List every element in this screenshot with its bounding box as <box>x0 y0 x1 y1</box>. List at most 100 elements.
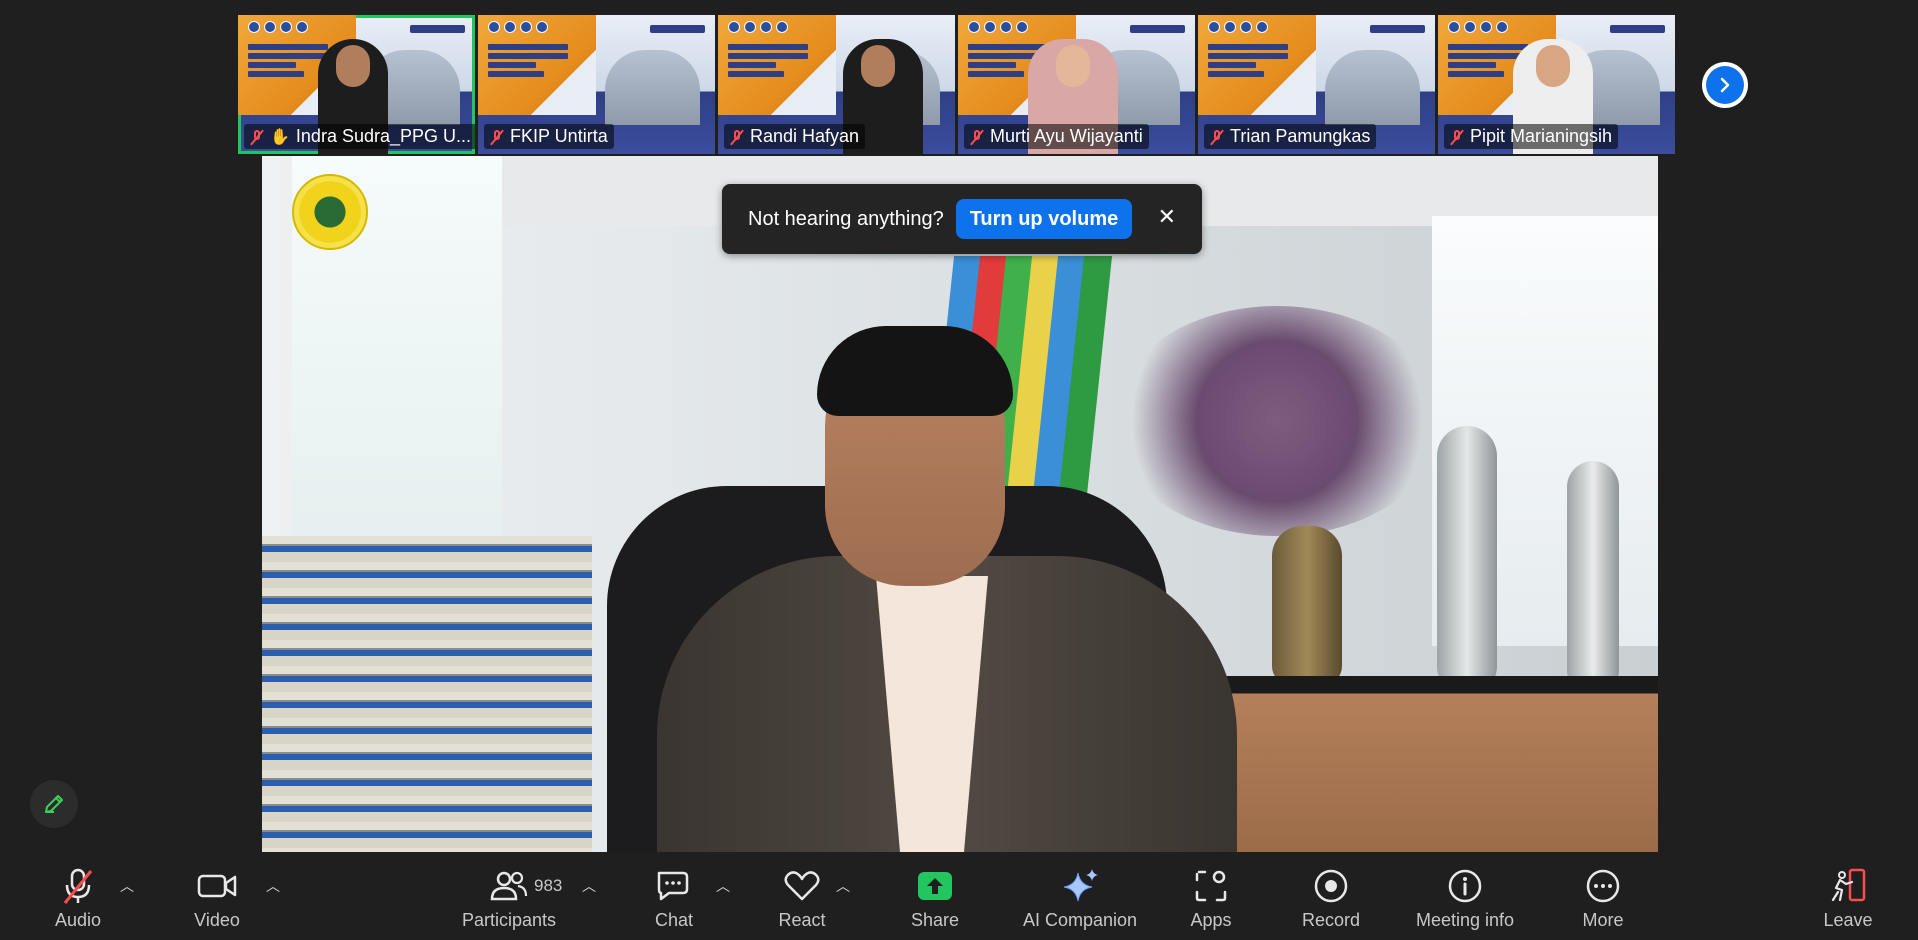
slide-tag <box>1130 25 1185 33</box>
flower-arrangement <box>1112 306 1442 536</box>
audio-label: Audio <box>54 910 102 930</box>
participant-nameplate: ✋ Indra Sudra_PPG U... <box>244 124 475 149</box>
apps-button[interactable]: Apps <box>1188 856 1234 940</box>
leave-button[interactable]: Leave <box>1822 856 1874 940</box>
chat-options-caret[interactable]: ︿ <box>716 876 730 896</box>
chat-button[interactable]: Chat <box>650 856 698 940</box>
vase <box>1567 461 1619 696</box>
participant-name: FKIP Untirta <box>510 126 608 146</box>
video-button[interactable]: Video <box>187 856 247 940</box>
info-icon <box>1447 867 1483 905</box>
participant-nameplate: Trian Pamungkas <box>1204 124 1377 149</box>
more-label: More <box>1582 910 1624 930</box>
meeting-info-button[interactable]: Meeting info <box>1410 856 1520 940</box>
camera-icon <box>197 867 237 905</box>
close-icon[interactable]: ✕ <box>1158 206 1176 228</box>
participant-name: Murti Ayu Wijayanti <box>990 126 1143 146</box>
slide-logos <box>1208 21 1268 33</box>
vase <box>1272 526 1342 686</box>
next-page-button[interactable] <box>1702 62 1748 108</box>
record-icon <box>1313 867 1349 905</box>
participant-nameplate: FKIP Untirta <box>484 124 614 149</box>
slide-tag <box>1370 25 1425 33</box>
ai-companion-label: AI Companion <box>1022 910 1138 930</box>
participant-nameplate: Randi Hafyan <box>724 124 866 149</box>
university-logo <box>292 174 368 250</box>
participant-tile[interactable]: Trian Pamungkas <box>1198 15 1435 154</box>
slide-logos <box>968 21 1028 33</box>
react-label: React <box>778 910 826 930</box>
audio-button[interactable]: Audio <box>48 856 108 940</box>
speaker-hair <box>817 326 1013 416</box>
slide-building <box>605 50 700 125</box>
apps-label: Apps <box>1190 910 1232 930</box>
video-label: Video <box>194 910 240 930</box>
participant-tile[interactable]: Pipit Marianingsih <box>1438 15 1675 154</box>
participants-options-caret[interactable]: ︿ <box>582 876 596 896</box>
slide-title <box>728 41 808 80</box>
mic-muted-icon <box>490 129 504 145</box>
slide-title <box>1208 41 1288 80</box>
ai-companion-button[interactable]: AI Companion <box>1020 856 1140 940</box>
video-options-caret[interactable]: ︿ <box>266 876 280 896</box>
slide-title <box>248 41 328 80</box>
heart-icon <box>783 867 821 905</box>
pencil-icon <box>45 795 63 813</box>
slide-logos <box>248 21 308 33</box>
slide-tag <box>1610 25 1665 33</box>
participants-count: 983 <box>534 876 563 895</box>
leave-label: Leave <box>1823 910 1873 930</box>
slide-building <box>1325 50 1420 125</box>
record-button[interactable]: Record <box>1300 856 1362 940</box>
participant-name: Randi Hafyan <box>750 126 860 146</box>
share-label: Share <box>910 910 960 930</box>
mic-muted-icon <box>250 129 264 145</box>
slide-logos <box>1448 21 1508 33</box>
participant-tile[interactable]: Randi Hafyan <box>718 15 955 154</box>
participant-tile[interactable]: Murti Ayu Wijayanti <box>958 15 1195 154</box>
toast-message: Not hearing anything? <box>748 207 944 230</box>
annotate-button[interactable] <box>30 780 78 828</box>
more-icon <box>1585 867 1621 905</box>
react-options-caret[interactable]: ︿ <box>836 876 850 896</box>
record-label: Record <box>1301 910 1361 930</box>
people-icon <box>490 867 528 905</box>
mic-muted-icon <box>1210 129 1224 145</box>
participant-name: Trian Pamungkas <box>1230 126 1371 146</box>
turn-up-volume-button[interactable]: Turn up volume <box>955 199 1133 239</box>
mic-muted-icon <box>1450 129 1464 145</box>
participants-button[interactable]: Participants <box>458 856 560 940</box>
raised-hand-icon: ✋ <box>270 128 290 146</box>
participants-label: Participants <box>461 910 557 930</box>
slide-logos <box>728 21 788 33</box>
slide-title <box>488 41 568 80</box>
participant-nameplate: Pipit Marianingsih <box>1444 124 1619 149</box>
participant-thumbnail-strip: ✋ Indra Sudra_PPG U... FKIP Untirta Rand… <box>238 15 1675 154</box>
participant-tile[interactable]: ✋ Indra Sudra_PPG U... <box>238 15 475 154</box>
participant-tile[interactable]: FKIP Untirta <box>478 15 715 154</box>
apps-icon <box>1193 867 1229 905</box>
slide-tag <box>410 25 465 33</box>
participant-name: Indra Sudra_PPG U... <box>295 126 472 146</box>
vase <box>1437 426 1497 696</box>
chat-label: Chat <box>654 910 694 930</box>
mic-muted-icon <box>730 129 744 145</box>
mic-muted-icon <box>970 129 984 145</box>
audio-toast: Not hearing anything? Turn up volume ✕ <box>722 184 1202 254</box>
chevron-right-icon <box>1706 66 1744 104</box>
audio-options-caret[interactable]: ︿ <box>120 876 134 896</box>
chat-icon <box>655 867 693 905</box>
share-button[interactable]: Share <box>910 856 960 940</box>
share-screen-icon <box>916 867 954 905</box>
more-button[interactable]: More <box>1578 856 1628 940</box>
slide-tag <box>650 25 705 33</box>
book-stack <box>262 536 592 852</box>
slide-logos <box>488 21 548 33</box>
meeting-toolbar: Audio ︿ Video ︿ Participants 983 ︿ Chat … <box>0 856 1918 940</box>
participant-name: Pipit Marianingsih <box>1470 126 1613 146</box>
leave-icon <box>1828 867 1868 905</box>
mic-muted-icon <box>61 867 95 905</box>
react-button[interactable]: React <box>776 856 828 940</box>
participant-nameplate: Murti Ayu Wijayanti <box>964 124 1149 149</box>
meeting-info-label: Meeting info <box>1415 910 1515 930</box>
